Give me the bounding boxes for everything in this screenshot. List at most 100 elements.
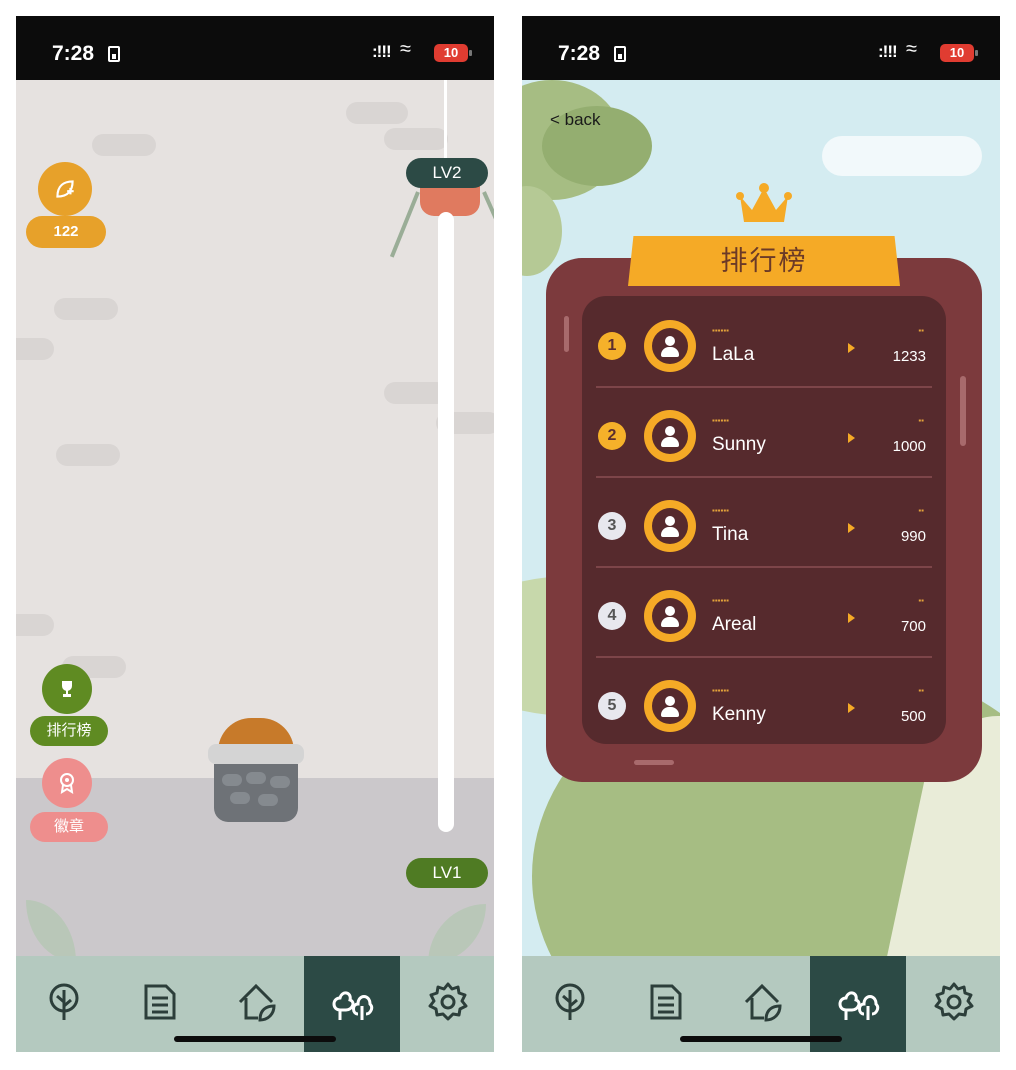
level-progress-track bbox=[438, 212, 454, 832]
plant-screen: 7:28 :!!! ≈ 10 122 LV2 LV1 排行榜 徽章 bbox=[16, 16, 494, 1052]
rank-number: 4 bbox=[598, 602, 626, 630]
wall-brick bbox=[92, 134, 156, 156]
user-icon bbox=[652, 328, 688, 364]
wall-brick bbox=[56, 444, 120, 466]
leaderboard-screen: 7:28 :!!! ≈ 10 < back 排行榜 1 ▪▪▪▪▪▪ LaLa ▪▪ 1… bbox=[522, 16, 1000, 1052]
back-button[interactable]: < back bbox=[550, 110, 601, 130]
battery-icon: 10 bbox=[434, 44, 472, 62]
vine bbox=[482, 191, 494, 266]
leaderboard-row[interactable]: 1 ▪▪▪▪▪▪ LaLa ▪▪ 1233 bbox=[582, 300, 946, 388]
wall-brick bbox=[54, 298, 118, 320]
arrow-right-icon bbox=[848, 343, 855, 353]
wifi-icon: ≈ bbox=[400, 38, 411, 60]
wall-brick bbox=[16, 338, 54, 360]
trophy-icon bbox=[62, 681, 72, 697]
score-caption: ▪▪ bbox=[918, 506, 924, 515]
user-icon bbox=[652, 418, 688, 454]
arrow-right-icon bbox=[848, 613, 855, 623]
cloud bbox=[822, 136, 982, 176]
leaderboard-title: 排行榜 bbox=[628, 236, 900, 286]
user-icon-body bbox=[661, 617, 679, 627]
user-icon-head bbox=[665, 516, 675, 526]
vine bbox=[389, 191, 420, 258]
medal-icon bbox=[60, 773, 74, 794]
tab-settings[interactable] bbox=[400, 956, 494, 1052]
player-name: Areal bbox=[712, 614, 757, 635]
player-score: 990 bbox=[900, 528, 926, 545]
leaderboard-row[interactable]: 3 ▪▪▪▪▪▪ Tina ▪▪ 990 bbox=[582, 480, 946, 568]
tab-tree[interactable] bbox=[522, 956, 618, 1052]
tab-settings[interactable] bbox=[906, 956, 1000, 1052]
leaderboard-row[interactable]: 5 ▪▪▪▪▪▪ Kenny ▪▪ 500 bbox=[582, 660, 946, 748]
home-leaf-icon bbox=[238, 983, 276, 1022]
name-caption: ▪▪▪▪▪▪ bbox=[712, 506, 730, 515]
pot-stone bbox=[230, 792, 250, 804]
signal-icon: :!!! bbox=[372, 42, 392, 61]
player-name: Sunny bbox=[712, 434, 766, 455]
avatar bbox=[644, 680, 696, 732]
ranking-label[interactable]: 排行榜 bbox=[30, 716, 108, 746]
user-icon-body bbox=[661, 437, 679, 447]
arrow-right-icon bbox=[848, 433, 855, 443]
avatar bbox=[644, 410, 696, 462]
plant-pot[interactable] bbox=[214, 764, 298, 822]
user-icon-body bbox=[661, 347, 679, 357]
document-icon bbox=[650, 984, 682, 1020]
score-caption: ▪▪ bbox=[918, 326, 924, 335]
forest-icon bbox=[332, 991, 374, 1020]
signal-icon: :!!! bbox=[878, 42, 898, 61]
badge-button[interactable] bbox=[42, 758, 92, 808]
gear-icon bbox=[428, 982, 468, 1021]
leaderboard-row[interactable]: 4 ▪▪▪▪▪▪ Areal ▪▪ 700 bbox=[582, 570, 946, 658]
ranking-button[interactable] bbox=[42, 664, 92, 714]
level-bottom-label: LV1 bbox=[406, 858, 488, 888]
badge-label[interactable]: 徽章 bbox=[30, 812, 108, 842]
plant-pot-rim[interactable] bbox=[208, 744, 304, 764]
player-name: LaLa bbox=[712, 344, 755, 365]
user-icon-body bbox=[661, 527, 679, 537]
arrow-right-icon bbox=[848, 523, 855, 533]
home-indicator[interactable] bbox=[680, 1036, 842, 1042]
user-icon bbox=[652, 508, 688, 544]
user-icon bbox=[652, 598, 688, 634]
sim-icon bbox=[614, 46, 626, 62]
crown-icon bbox=[736, 183, 792, 222]
wall-brick bbox=[16, 614, 54, 636]
leaderboard-row[interactable]: 2 ▪▪▪▪▪▪ Sunny ▪▪ 1000 bbox=[582, 390, 946, 478]
tree-icon bbox=[49, 983, 79, 1020]
row-divider bbox=[596, 476, 932, 478]
points-button[interactable] bbox=[38, 162, 92, 216]
user-icon bbox=[652, 688, 688, 724]
score-caption: ▪▪ bbox=[918, 596, 924, 605]
status-bar: 7:28 :!!! ≈ 10 bbox=[522, 16, 1000, 80]
name-caption: ▪▪▪▪▪▪ bbox=[712, 686, 730, 695]
row-divider bbox=[596, 566, 932, 568]
name-caption: ▪▪▪▪▪▪ bbox=[712, 326, 730, 335]
player-score: 1000 bbox=[892, 438, 926, 455]
rank-number: 5 bbox=[598, 692, 626, 720]
home-indicator[interactable] bbox=[174, 1036, 336, 1042]
pot-stone bbox=[258, 794, 278, 806]
player-name: Tina bbox=[712, 524, 749, 545]
pot-stone bbox=[270, 776, 290, 788]
status-time: 7:28 bbox=[52, 42, 95, 65]
rank-number: 1 bbox=[598, 332, 626, 360]
player-score: 1233 bbox=[892, 348, 926, 365]
user-icon-head bbox=[665, 336, 675, 346]
board-scrollbar[interactable] bbox=[960, 376, 966, 446]
hanging-plant bbox=[420, 186, 480, 216]
pot-stone bbox=[246, 772, 266, 784]
tree-icon bbox=[555, 983, 585, 1020]
document-icon bbox=[144, 984, 176, 1020]
leaf-add-icon bbox=[56, 180, 74, 198]
user-icon-head bbox=[665, 426, 675, 436]
row-divider bbox=[596, 386, 932, 388]
pot-stone bbox=[222, 774, 242, 786]
player-score: 700 bbox=[900, 618, 926, 635]
points-count: 122 bbox=[26, 216, 106, 248]
row-divider bbox=[596, 656, 932, 658]
tab-tree[interactable] bbox=[16, 956, 112, 1052]
home-leaf-icon bbox=[744, 983, 782, 1022]
avatar bbox=[644, 590, 696, 642]
wall-brick bbox=[346, 102, 408, 124]
